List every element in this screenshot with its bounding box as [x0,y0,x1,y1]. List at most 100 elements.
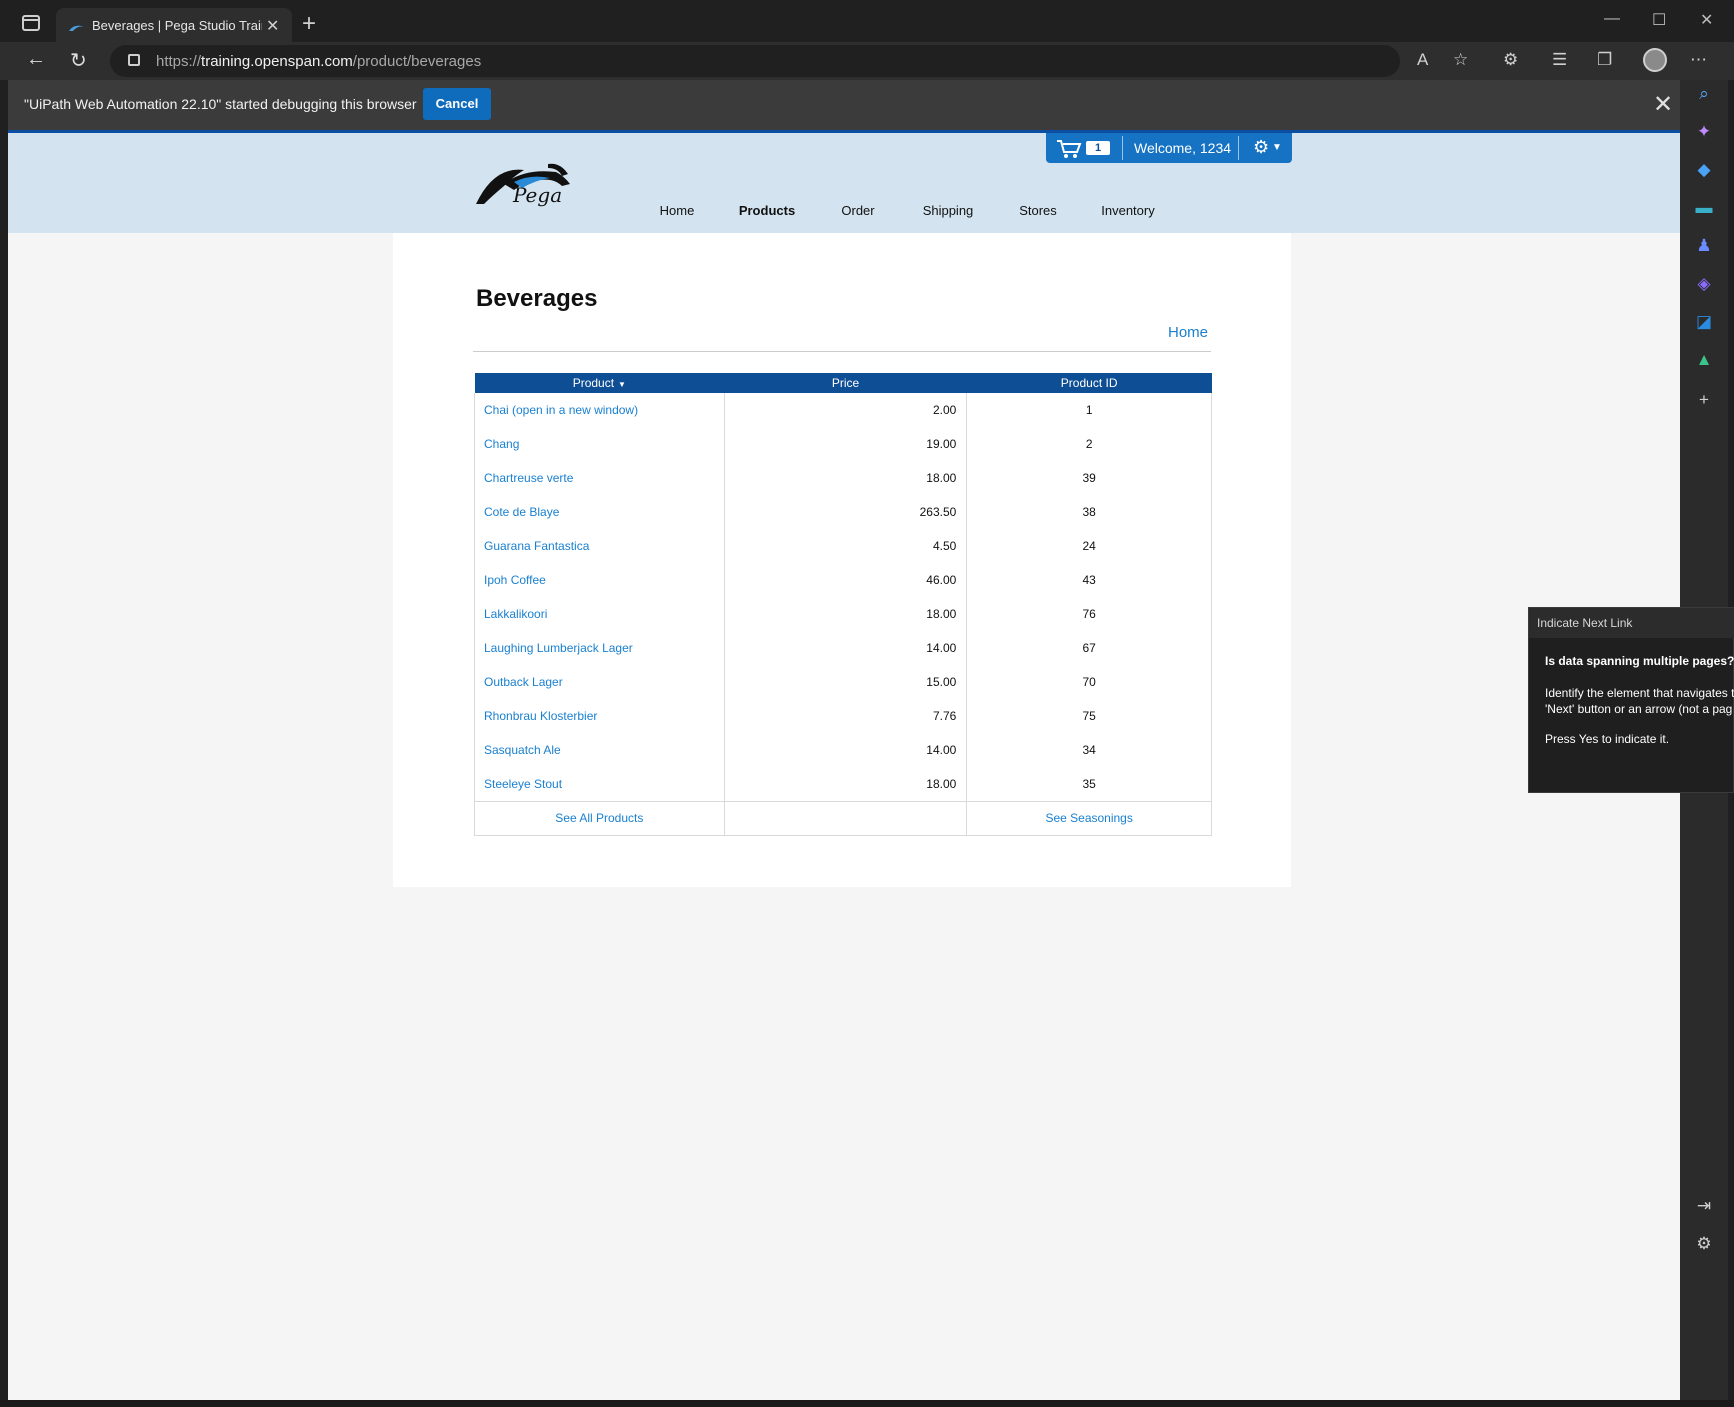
back-icon[interactable]: ← [26,48,46,71]
table-row: Outback Lager 15.00 70 [474,665,1212,699]
product-id-cell: 70 [966,665,1212,699]
product-link[interactable]: Rhonbrau Klosterbier [474,699,725,733]
user-bar-divider [1122,136,1123,160]
price-cell: 18.00 [723,597,968,631]
refresh-icon[interactable]: ↻ [70,48,87,73]
nav-shipping[interactable]: Shipping [903,203,993,218]
product-id-cell: 24 [966,529,1212,563]
address-bar[interactable]: https://training.openspan.com/product/be… [110,45,1400,77]
collections-icon[interactable]: ❐ [1597,50,1612,70]
tools-icon[interactable]: ▬ [1694,198,1714,218]
column-header-product[interactable]: Product ▼ [474,373,725,393]
logo-text: Pega [513,183,563,207]
nav-home[interactable]: Home [632,203,722,218]
hide-sidebar-icon[interactable]: ⇥ [1694,1196,1714,1216]
welcome-text[interactable]: Welcome, 1234 [1134,140,1231,156]
add-icon[interactable]: + [1694,390,1714,410]
profile-avatar[interactable] [1643,48,1667,72]
price-cell: 2.00 [723,393,968,427]
price-cell: 19.00 [723,427,968,461]
price-cell: 46.00 [723,563,968,597]
table-row: Chai (open in a new window) 2.00 1 [474,393,1212,427]
product-link[interactable]: Chartreuse verte [474,461,725,495]
product-link[interactable]: Steeleye Stout [474,767,725,801]
tab-actions-icon[interactable] [22,15,40,31]
product-link[interactable]: Lakkalikoori [474,597,725,631]
favorites-icon[interactable]: ☰ [1552,50,1567,70]
copilot-icon[interactable]: ✦ [1694,122,1714,142]
main-content: Beverages Home Product ▼ Price Product ID… [393,233,1291,887]
popup-title: Indicate Next Link [1529,608,1734,638]
lock-icon[interactable] [128,54,140,66]
user-bar: 1 Welcome, 1234 ⚙ ▼ [1046,133,1292,163]
read-aloud-icon[interactable]: A [1417,50,1428,70]
cart-icon[interactable] [1056,139,1082,159]
cancel-button[interactable]: Cancel [423,88,491,120]
url-text[interactable]: https://training.openspan.com/product/be… [156,53,481,70]
add-favorite-icon[interactable]: ☆ [1453,50,1468,70]
nav-inventory[interactable]: Inventory [1083,203,1173,218]
price-cell: 18.00 [723,767,968,801]
browser-window: Beverages | Pega Studio Training ✕ + — ☐… [0,0,1734,1407]
see-seasonings-link[interactable]: See Seasonings [966,800,1212,836]
sort-caret-icon[interactable]: ▼ [618,380,626,389]
more-menu-icon[interactable]: ⋯ [1690,50,1707,70]
price-cell: 4.50 [723,529,968,563]
drop-icon[interactable]: ▲ [1694,350,1714,370]
cart-count-badge[interactable]: 1 [1086,141,1110,155]
minimize-icon[interactable]: — [1604,10,1620,28]
outlook-icon[interactable]: ◪ [1694,312,1714,332]
see-all-products-link[interactable]: See All Products [474,800,725,836]
table-row: Laughing Lumberjack Lager 14.00 67 [474,631,1212,665]
table-row: Chartreuse verte 18.00 39 [474,461,1212,495]
popup-question: Is data spanning multiple pages? [1545,654,1734,668]
infobar-message: "UiPath Web Automation 22.10" started de… [24,96,417,112]
close-window-icon[interactable]: ✕ [1700,10,1713,30]
close-tab-icon[interactable]: ✕ [266,16,279,36]
title-bar: Beverages | Pega Studio Training ✕ + — ☐… [0,0,1734,48]
sidebar-settings-icon[interactable]: ⚙ [1694,1234,1714,1254]
product-link[interactable]: Guarana Fantastica [474,529,725,563]
new-tab-icon[interactable]: + [302,10,316,38]
product-link[interactable]: Ipoh Coffee [474,563,725,597]
settings-gear-icon[interactable]: ⚙ [1253,137,1269,158]
price-cell: 15.00 [723,665,968,699]
price-cell: 18.00 [723,461,968,495]
nav-stores[interactable]: Stores [993,203,1083,218]
office-icon[interactable]: ◈ [1694,274,1714,294]
product-link[interactable]: Sasquatch Ale [474,733,725,767]
maximize-icon[interactable]: ☐ [1652,10,1666,30]
product-id-cell: 76 [966,597,1212,631]
footer-empty-cell [723,800,968,836]
search-icon[interactable]: ⌕ [1694,84,1714,104]
shopping-tag-icon[interactable]: ◆ [1694,160,1714,180]
games-icon[interactable]: ♟ [1694,236,1714,256]
product-id-cell: 75 [966,699,1212,733]
product-link[interactable]: Outback Lager [474,665,725,699]
table-row: Steeleye Stout 18.00 35 [474,767,1212,801]
nav-order[interactable]: Order [813,203,903,218]
table-header-row: Product ▼ Price Product ID [474,373,1212,393]
product-link[interactable]: Chang [474,427,725,461]
product-id-cell: 43 [966,563,1212,597]
product-link[interactable]: Cote de Blaye [474,495,725,529]
product-link[interactable]: Chai (open in a new window) [474,393,725,427]
price-cell: 263.50 [723,495,968,529]
price-cell: 7.76 [723,699,968,733]
column-header-product-id[interactable]: Product ID [966,373,1212,393]
chevron-down-icon[interactable]: ▼ [1272,142,1282,153]
home-link[interactable]: Home [1168,324,1208,341]
column-header-price[interactable]: Price [724,373,967,393]
product-link[interactable]: Laughing Lumberjack Lager [474,631,725,665]
close-infobar-icon[interactable]: ✕ [1653,90,1673,119]
product-id-cell: 38 [966,495,1212,529]
extensions-icon[interactable]: ⚙ [1503,50,1518,70]
price-cell: 14.00 [723,733,968,767]
table-row: Ipoh Coffee 46.00 43 [474,563,1212,597]
product-id-cell: 34 [966,733,1212,767]
table-row: Rhonbrau Klosterbier 7.76 75 [474,699,1212,733]
web-page: Pega Home Products Order Shipping Stores… [8,130,1680,1400]
nav-products[interactable]: Products [722,203,812,218]
tab-title: Beverages | Pega Studio Training [92,18,262,33]
pega-favicon-icon [69,25,85,31]
